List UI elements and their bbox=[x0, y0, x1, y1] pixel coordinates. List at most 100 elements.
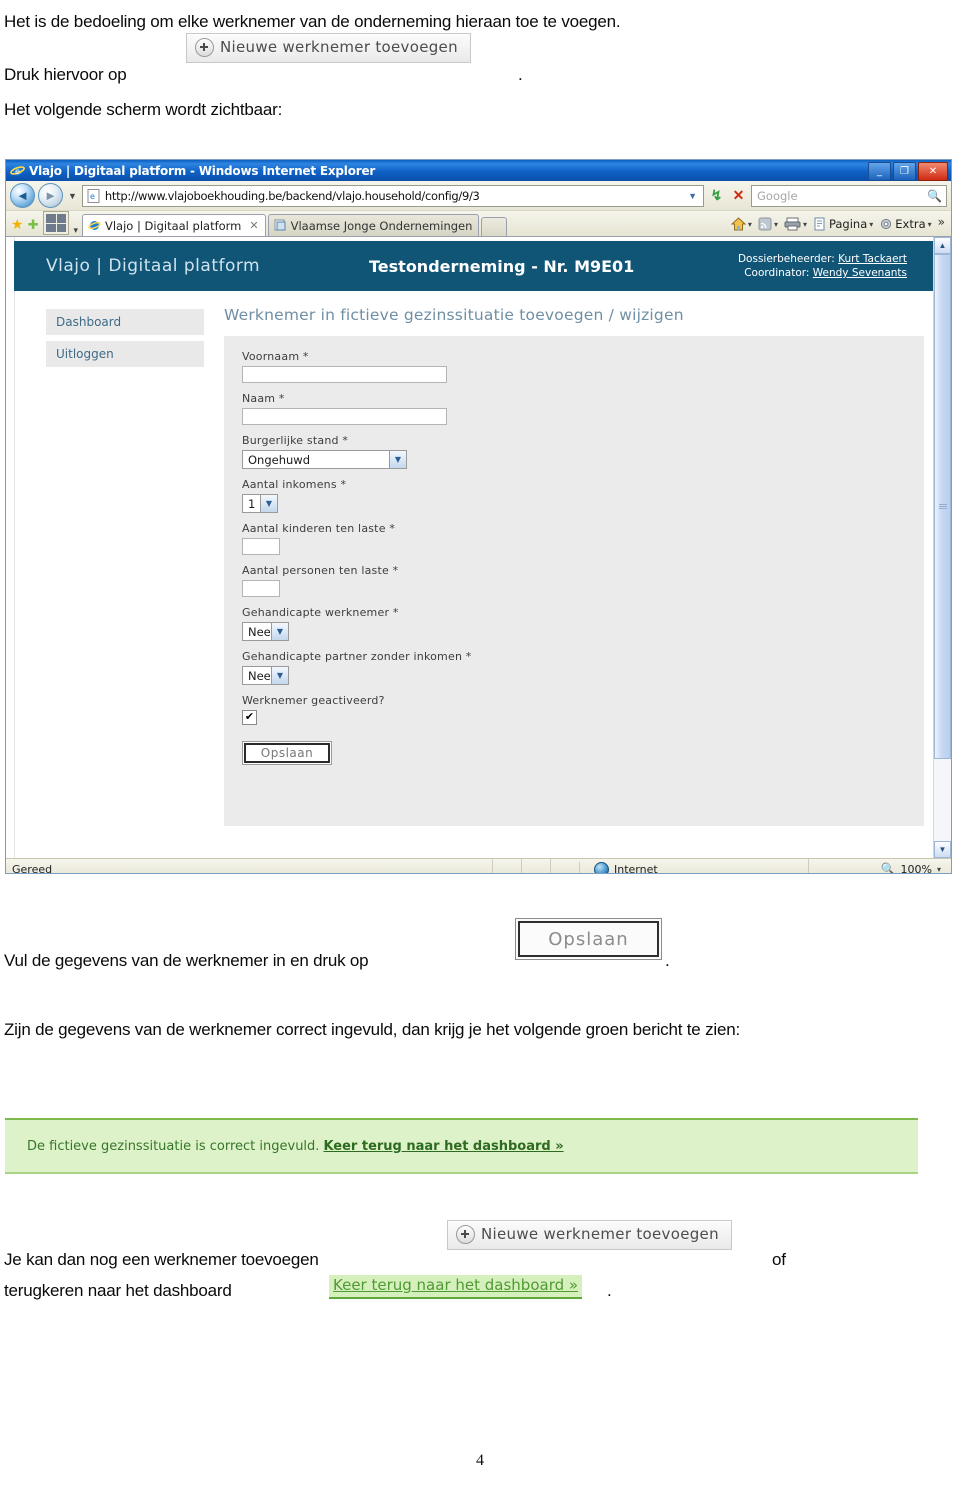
page-caret-icon[interactable]: ▾ bbox=[869, 220, 873, 229]
feeds-button[interactable]: ▾ bbox=[756, 217, 780, 231]
quick-tabs-icon[interactable] bbox=[43, 211, 70, 235]
tools-menu-label: Extra bbox=[895, 217, 926, 231]
refresh-icon[interactable]: ↯ bbox=[707, 186, 726, 205]
web-page-content: Vlajo | Digitaal platform Testondernemin… bbox=[6, 237, 933, 858]
close-window-button[interactable]: ✕ bbox=[918, 162, 948, 181]
forward-button[interactable]: ► bbox=[38, 183, 63, 208]
nieuwe-werknemer-button-image-1[interactable]: Nieuwe werknemer toevoegen bbox=[186, 33, 471, 63]
home-caret-icon[interactable]: ▾ bbox=[748, 220, 752, 229]
nieuwe-werknemer-button-image-2[interactable]: Nieuwe werknemer toevoegen bbox=[447, 1220, 732, 1250]
search-box[interactable]: Google 🔍 bbox=[751, 184, 947, 207]
chevron-down-icon[interactable]: ▼ bbox=[389, 451, 406, 468]
werknemer-geactiveerd-checkbox[interactable]: ✔ bbox=[242, 710, 257, 725]
field-burgerlijke-stand: Burgerlijke stand * Ongehuwd ▼ bbox=[242, 434, 924, 469]
zoom-control[interactable]: 🔍 100% ▾ bbox=[808, 859, 951, 874]
tab-label: Vlaamse Jonge Ondernemingen bbox=[290, 218, 473, 233]
tab-label: Vlajo | Digitaal platform bbox=[105, 218, 242, 233]
keer-terug-dashboard-link-image[interactable]: Keer terug naar het dashboard » bbox=[329, 1275, 583, 1299]
svg-text:e: e bbox=[90, 192, 95, 201]
zoom-magnifier-icon: 🔍 bbox=[880, 862, 896, 874]
address-dropdown-icon[interactable]: ▼ bbox=[684, 191, 701, 201]
burgerlijke-stand-select[interactable]: Ongehuwd ▼ bbox=[242, 450, 407, 469]
chevron-down-icon[interactable]: ▼ bbox=[260, 495, 277, 512]
add-favorite-icon[interactable]: ✚ bbox=[27, 217, 42, 236]
sidebar-item-label: Dashboard bbox=[56, 315, 122, 329]
gehandicapte-partner-select[interactable]: Nee ▼ bbox=[242, 666, 289, 685]
dossierbeheerder-value[interactable]: Kurt Tackaert bbox=[838, 253, 907, 265]
tab-vlaamse-jonge-ondernemingen[interactable]: Vlaamse Jonge Ondernemingen bbox=[267, 214, 480, 236]
command-bar-overflow-icon[interactable]: » bbox=[936, 215, 947, 233]
sidebar-item-uitloggen[interactable]: Uitloggen bbox=[46, 341, 204, 367]
address-url-text[interactable]: http://www.vlajoboekhouding.be/backend/v… bbox=[105, 189, 684, 203]
field-label: Aantal kinderen ten laste * bbox=[242, 522, 396, 535]
nieuwe-werknemer-button[interactable]: Nieuwe werknemer toevoegen bbox=[447, 1220, 732, 1250]
page-left-margin bbox=[6, 237, 15, 858]
chevron-down-icon[interactable]: ▼ bbox=[271, 623, 288, 640]
address-bar[interactable]: e http://www.vlajoboekhouding.be/backend… bbox=[81, 184, 704, 207]
search-icon[interactable]: 🔍 bbox=[925, 189, 944, 203]
print-caret-icon[interactable]: ▾ bbox=[803, 220, 807, 229]
select-value: Nee bbox=[248, 624, 271, 639]
tab-vlajo-digitaal-platform[interactable]: Vlajo | Digitaal platform ✕ bbox=[82, 214, 266, 236]
plus-icon bbox=[456, 1225, 475, 1244]
period-after-opslaan: . bbox=[665, 951, 670, 970]
field-label: Gehandicapte werknemer * bbox=[242, 606, 399, 619]
field-label: Werknemer geactiveerd? bbox=[242, 694, 385, 707]
scrollbar-track[interactable] bbox=[934, 254, 951, 841]
minimize-button[interactable]: _ bbox=[868, 162, 891, 181]
green-message-dashboard-link[interactable]: Keer terug naar het dashboard » bbox=[323, 1139, 563, 1154]
browser-titlebar: e Vlajo | Digitaal platform - Windows In… bbox=[6, 160, 951, 181]
maximize-restore-button[interactable]: ❐ bbox=[893, 162, 916, 181]
aantal-kinderen-input[interactable] bbox=[242, 538, 280, 555]
stop-icon[interactable]: ✕ bbox=[729, 186, 748, 205]
security-zone-indicator[interactable]: Internet bbox=[579, 861, 808, 873]
app-header-contacts: Dossierbeheerder: Kurt Tackaert Coordina… bbox=[738, 252, 907, 280]
tools-menu-button[interactable]: Extra ▾ bbox=[877, 217, 933, 231]
aantal-personen-input[interactable] bbox=[242, 580, 280, 597]
gehandicapte-werknemer-select[interactable]: Nee ▼ bbox=[242, 622, 289, 641]
keer-terug-dashboard-label: Keer terug naar het dashboard » bbox=[333, 1276, 579, 1294]
app-brand-logo: Vlajo | Digitaal platform bbox=[46, 256, 261, 276]
page-icon bbox=[814, 217, 825, 231]
opslaan-button[interactable]: Opslaan bbox=[242, 741, 332, 765]
dossierbeheerder-line: Dossierbeheerder: Kurt Tackaert bbox=[738, 252, 907, 266]
voornaam-input[interactable] bbox=[242, 366, 447, 383]
status-segment bbox=[550, 859, 579, 873]
select-value: Nee bbox=[248, 668, 271, 683]
back-button[interactable]: ◄ bbox=[10, 183, 35, 208]
aantal-inkomens-select[interactable]: 1 ▼ bbox=[242, 494, 278, 513]
scroll-up-button[interactable]: ▲ bbox=[934, 237, 951, 254]
period-after-button-1: . bbox=[518, 65, 523, 84]
home-button[interactable]: ▾ bbox=[729, 217, 754, 231]
field-aantal-personen: Aantal personen ten laste * bbox=[242, 564, 924, 597]
favorites-star-icon[interactable]: ★ bbox=[10, 216, 25, 236]
page-number: 4 bbox=[476, 1452, 484, 1469]
scroll-down-button[interactable]: ▼ bbox=[934, 841, 951, 858]
scrollbar-thumb[interactable] bbox=[934, 254, 951, 759]
history-dropdown-icon[interactable]: ▼ bbox=[66, 191, 79, 201]
sidebar-item-dashboard[interactable]: Dashboard bbox=[46, 309, 204, 335]
app-sidebar: Dashboard Uitloggen bbox=[14, 291, 224, 851]
page-menu-button[interactable]: Pagina ▾ bbox=[811, 217, 875, 231]
coordinator-value[interactable]: Wendy Sevenants bbox=[813, 267, 907, 279]
naam-input[interactable] bbox=[242, 408, 447, 425]
feeds-caret-icon[interactable]: ▾ bbox=[774, 220, 778, 229]
page-vertical-scrollbar[interactable]: ▲ ▼ bbox=[933, 237, 951, 858]
zoom-caret-icon[interactable]: ▾ bbox=[937, 865, 941, 874]
zijn-gegevens-paragraph: Zijn de gegevens van de werknemer correc… bbox=[4, 1020, 740, 1039]
scrollbar-grip bbox=[939, 503, 947, 510]
select-value: Ongehuwd bbox=[248, 452, 310, 467]
tab-close-icon[interactable]: ✕ bbox=[249, 219, 258, 232]
opslaan-button-image[interactable]: Opslaan bbox=[515, 918, 662, 960]
chevron-down-icon[interactable]: ▼ bbox=[271, 667, 288, 684]
field-aantal-inkomens: Aantal inkomens * 1 ▼ bbox=[242, 478, 924, 513]
tab-list-dropdown-icon[interactable]: ▾ bbox=[71, 225, 80, 236]
search-input[interactable]: Google bbox=[754, 189, 925, 203]
new-tab-button[interactable] bbox=[481, 217, 508, 236]
nieuwe-werknemer-button[interactable]: Nieuwe werknemer toevoegen bbox=[186, 33, 471, 63]
print-button[interactable]: ▾ bbox=[782, 217, 809, 231]
field-label: Burgerlijke stand * bbox=[242, 434, 349, 447]
select-value: 1 bbox=[248, 496, 256, 511]
tools-caret-icon[interactable]: ▾ bbox=[928, 220, 932, 229]
field-label: Voornaam * bbox=[242, 350, 309, 363]
